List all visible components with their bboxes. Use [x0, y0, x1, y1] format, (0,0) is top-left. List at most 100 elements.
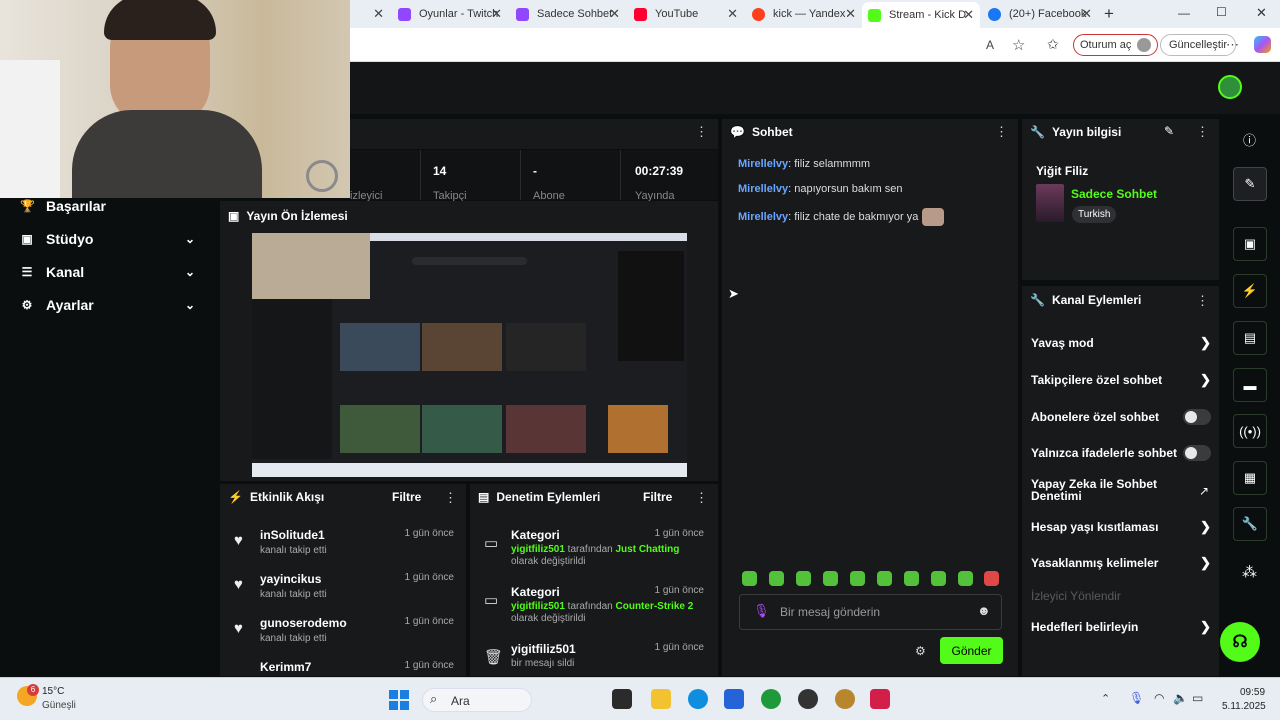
action-followers-only[interactable]: Takipçilere özel sohbet ❯: [1031, 372, 1211, 387]
file-explorer-icon[interactable]: [651, 689, 671, 709]
sidebar-item-studio[interactable]: ▣ Stüdyo ⌄: [20, 231, 195, 247]
list-item[interactable]: ▭ Kategori 1 gün önce yigitfiliz501 tarafın…: [482, 528, 712, 574]
emote-only-toggle[interactable]: [1183, 445, 1211, 461]
sidebar-item-channel[interactable]: ☰ Kanal ⌄: [20, 264, 195, 280]
chevron-up-icon[interactable]: ⌃: [1101, 692, 1110, 705]
microphone-icon[interactable]: 🎙: [753, 603, 770, 619]
action-set-goals[interactable]: Hedefleri belirleyin ❯: [1031, 619, 1211, 634]
category-thumbnail[interactable]: [1036, 184, 1064, 222]
list-item[interactable]: ♥ gunoserodemo 1 gün önce kanalı takip etti: [232, 616, 462, 652]
activity-filter-button[interactable]: Filtre: [392, 490, 421, 504]
chat-menu-icon[interactable]: ⋮: [995, 124, 1008, 140]
stream-category[interactable]: Sadece Sohbet: [1071, 187, 1157, 201]
layout-panel-button[interactable]: ▦: [1233, 461, 1267, 495]
action-account-age[interactable]: Hesap yaşı kısıtlaması ❯: [1031, 519, 1211, 534]
minimize-button[interactable]: —: [1178, 6, 1190, 20]
chat-username[interactable]: Mirellelvy: [738, 183, 788, 195]
preview-panel-button[interactable]: ▣: [1233, 227, 1267, 261]
emote-icon[interactable]: [850, 571, 865, 586]
stats-menu-icon[interactable]: ⋮: [695, 124, 708, 140]
emote-icon[interactable]: [769, 571, 784, 586]
favorite-star-icon[interactable]: ☆: [1012, 36, 1025, 54]
emoji-picker-icon[interactable]: ☻: [977, 603, 991, 618]
clock-time[interactable]: 09:59: [1240, 687, 1265, 698]
signin-button[interactable]: Oturum aç: [1073, 34, 1159, 56]
tab-partial[interactable]: ✕: [350, 2, 390, 26]
mod-user[interactable]: yigitfiliz501: [511, 601, 565, 612]
tab-twitch-games[interactable]: Oyunlar - Twitch ✕: [392, 2, 508, 26]
mod-category[interactable]: Counter-Strike 2: [616, 601, 694, 612]
channel-actions-menu-icon[interactable]: ⋮: [1196, 293, 1209, 309]
windows-start-button[interactable]: [389, 690, 409, 710]
maximize-button[interactable]: ☐: [1216, 5, 1227, 19]
list-item[interactable]: Kerimm7 1 gün önce: [232, 660, 462, 676]
subscribers-only-toggle[interactable]: [1183, 409, 1211, 425]
activity-menu-icon[interactable]: ⋮: [444, 490, 457, 506]
action-subscribers-only[interactable]: Abonelere özel sohbet: [1031, 409, 1211, 425]
action-slow-mode[interactable]: Yavaş mod ❯: [1031, 335, 1211, 350]
action-emote-only[interactable]: Yalnızca ifadelerle sohbet: [1031, 445, 1211, 461]
chat-panel-button[interactable]: ▬: [1233, 368, 1267, 402]
emote-icon[interactable]: [958, 571, 973, 586]
sidebar-item-settings[interactable]: ⚙ Ayarlar ⌄: [20, 297, 195, 313]
close-icon[interactable]: ✕: [491, 6, 502, 22]
volume-icon[interactable]: 🔈: [1173, 691, 1188, 705]
tools-panel-button[interactable]: 🔧: [1233, 507, 1267, 541]
close-icon[interactable]: ✕: [1081, 6, 1092, 22]
new-tab-button[interactable]: +: [1104, 4, 1114, 24]
tab-facebook[interactable]: (20+) Facebook ✕: [982, 2, 1098, 26]
list-item[interactable]: ▭ Kategori 1 gün önce yigitfiliz501 tarafın…: [482, 585, 712, 631]
emote-icon[interactable]: [904, 571, 919, 586]
close-icon[interactable]: ✕: [845, 6, 856, 22]
moderation-panel-button[interactable]: ▤: [1233, 321, 1267, 355]
wifi-icon[interactable]: ◠: [1154, 691, 1164, 705]
update-button[interactable]: Güncelleştir: [1160, 34, 1237, 56]
close-icon[interactable]: ✕: [727, 6, 738, 22]
tab-youtube[interactable]: YouTube ✕: [628, 2, 744, 26]
emote-icon[interactable]: [796, 571, 811, 586]
close-icon[interactable]: ✕: [373, 6, 384, 22]
emote-icon[interactable]: [742, 571, 757, 586]
tab-yandex[interactable]: kick — Yandex ✕: [746, 2, 862, 26]
emote-icon[interactable]: [931, 571, 946, 586]
clock-date[interactable]: 5.11.2025: [1222, 701, 1266, 712]
xbox-icon[interactable]: [761, 689, 781, 709]
moderation-filter-button[interactable]: Filtre: [643, 490, 672, 504]
chat-settings-icon[interactable]: ⚙: [915, 644, 926, 658]
action-banned-words[interactable]: Yasaklanmış kelimeler ❯: [1031, 555, 1211, 570]
moderation-menu-icon[interactable]: ⋮: [695, 490, 708, 506]
emote-icon[interactable]: [984, 571, 999, 586]
stream-info-menu-icon[interactable]: ⋮: [1196, 124, 1209, 140]
emote-icon[interactable]: [877, 571, 892, 586]
taskbar-search[interactable]: [422, 688, 532, 712]
chat-username[interactable]: Mirellelvy: [738, 158, 788, 170]
send-button[interactable]: Gönder: [940, 637, 1003, 664]
emote-icon[interactable]: [823, 571, 838, 586]
stream-preview-video[interactable]: [252, 233, 687, 477]
user-avatar[interactable]: [1218, 75, 1242, 99]
broadcast-panel-button[interactable]: ((•)): [1233, 414, 1267, 448]
task-view-icon[interactable]: [612, 689, 632, 709]
mod-user[interactable]: yigitfiliz501: [511, 544, 565, 555]
close-icon[interactable]: ✕: [963, 7, 974, 23]
info-icon[interactable]: ⓘ: [1243, 130, 1256, 149]
list-item[interactable]: 🗑 yigitfiliz501 1 gün önce bir mesajı sildi: [482, 642, 712, 676]
support-headset-button[interactable]: ☊: [1220, 622, 1260, 662]
close-window-button[interactable]: ✕: [1256, 5, 1267, 21]
sidebar-item-achievements[interactable]: 🏆 Başarılar: [20, 198, 106, 214]
favorites-icon[interactable]: ✩: [1047, 36, 1059, 53]
chat-message[interactable]: Mirellelvy: filiz selammmm: [738, 158, 870, 170]
list-item[interactable]: ♥ inSolitude1 1 gün önce kanalı takip etti: [232, 528, 462, 564]
edit-icon[interactable]: ✎: [1164, 124, 1174, 138]
tab-kick-stream[interactable]: Stream - Kick D ✕: [862, 2, 980, 28]
more-menu-icon[interactable]: ⋯: [1226, 37, 1239, 53]
battery-icon[interactable]: ▭: [1192, 691, 1203, 705]
mod-category[interactable]: Just Chatting: [616, 544, 680, 555]
action-ai-moderation[interactable]: Yapay Zeka ile Sohbet Denetimi: [1031, 478, 1181, 502]
obs-icon[interactable]: [798, 689, 818, 709]
edge-icon[interactable]: [688, 689, 708, 709]
close-icon[interactable]: ✕: [609, 6, 620, 22]
copilot-icon[interactable]: [1254, 36, 1271, 53]
external-link-icon[interactable]: ↗: [1199, 484, 1209, 498]
chat-message[interactable]: Mirellelvy: filiz chate de bakmıyor ya: [738, 208, 945, 226]
